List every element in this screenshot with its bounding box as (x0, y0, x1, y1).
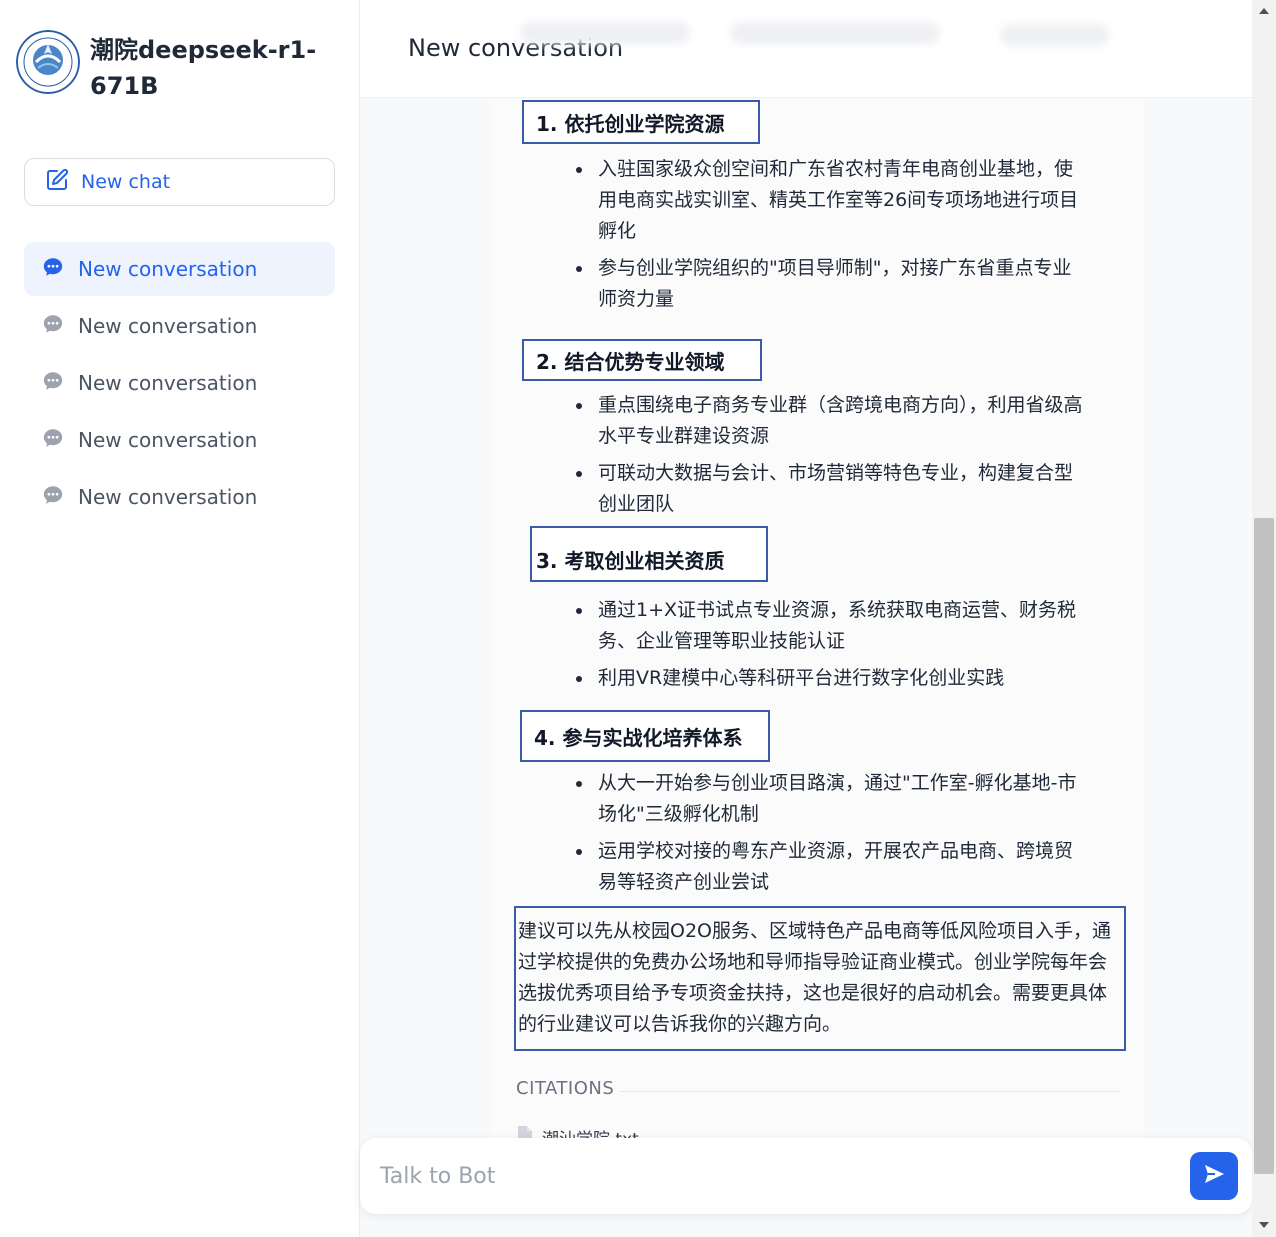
blurred-header-region (730, 22, 940, 44)
new-chat-label: New chat (81, 171, 171, 193)
section-heading-4: 4. 参与实战化培养体系 (520, 710, 770, 762)
chat-bubble-icon (42, 427, 64, 453)
message-input[interactable] (380, 1156, 1170, 1196)
bullet-list-4: 从大一开始参与创业项目路演，通过"工作室-孵化基地-市场化"三级孵化机制 运用学… (570, 768, 1090, 904)
summary-paragraph: 建议可以先从校园O2O服务、区域特色产品电商等低风险项目入手，通过学校提供的免费… (514, 906, 1126, 1051)
blurred-header-region (1000, 24, 1110, 46)
bullet-list-1: 入驻国家级众创空间和广东省农村青年电商创业基地，使用电商实战实训室、精英工作室等… (570, 154, 1090, 321)
message-composer (360, 1138, 1252, 1214)
list-item: 通过1+X证书试点专业资源，系统获取电商运营、财务税务、企业管理等职业技能认证 (570, 595, 1090, 657)
bot-message: 1. 依托创业学院资源 入驻国家级众创空间和广东省农村青年电商创业基地，使用电商… (490, 98, 1144, 1150)
section-heading-3: 3. 考取创业相关资质 (530, 526, 768, 582)
conversation-label: New conversation (78, 371, 258, 395)
conversation-label: New conversation (78, 257, 258, 281)
scrollbar-thumb[interactable] (1254, 518, 1274, 1174)
bullet-list-3: 通过1+X证书试点专业资源，系统获取电商运营、财务税务、企业管理等职业技能认证 … (570, 595, 1090, 700)
list-item: 参与创业学院组织的"项目导师制"，对接广东省重点专业师资力量 (570, 253, 1090, 315)
conversation-label: New conversation (78, 428, 258, 452)
header: New conversation (360, 0, 1252, 98)
chat-bubble-icon (42, 256, 64, 282)
chat-bubble-icon (42, 313, 64, 339)
list-item: 利用VR建模中心等科研平台进行数字化创业实践 (570, 663, 1090, 694)
bullet-list-2: 重点围绕电子商务专业群（含跨境电商方向），利用省级高水平专业群建设资源 可联动大… (570, 390, 1090, 526)
brand: 潮院deepseek-r1-671B (16, 26, 346, 106)
sidebar: 潮院deepseek-r1-671B New chat New conversa… (0, 0, 360, 1237)
chat-bubble-icon (42, 370, 64, 396)
conversation-item-1[interactable]: New conversation (24, 242, 335, 296)
blurred-header-region (520, 22, 690, 44)
send-icon (1202, 1162, 1226, 1190)
conversation-item-5[interactable]: New conversation (24, 470, 335, 524)
page-scrollbar[interactable] (1252, 0, 1276, 1237)
list-item: 可联动大数据与会计、市场营销等特色专业，构建复合型创业团队 (570, 458, 1090, 520)
conversation-label: New conversation (78, 485, 258, 509)
college-logo (16, 30, 80, 94)
list-item: 重点围绕电子商务专业群（含跨境电商方向），利用省级高水平专业群建设资源 (570, 390, 1090, 452)
citations-label: CITATIONS (516, 1078, 615, 1099)
conversation-item-4[interactable]: New conversation (24, 413, 335, 467)
new-chat-button[interactable]: New chat (24, 158, 335, 206)
list-item: 运用学校对接的粤东产业资源，开展农产品电商、跨境贸易等轻资产创业尝试 (570, 836, 1090, 898)
scroll-up-arrow-icon[interactable] (1259, 8, 1269, 14)
list-item: 入驻国家级众创空间和广东省农村青年电商创业基地，使用电商实战实训室、精英工作室等… (570, 154, 1090, 247)
app-title: 潮院deepseek-r1-671B (90, 36, 317, 100)
section-heading-1: 1. 依托创业学院资源 (522, 100, 760, 144)
citations-divider (620, 1091, 1120, 1092)
chat-bubble-icon (42, 484, 64, 510)
list-item: 从大一开始参与创业项目路演，通过"工作室-孵化基地-市场化"三级孵化机制 (570, 768, 1090, 830)
conversation-item-2[interactable]: New conversation (24, 299, 335, 353)
send-button[interactable] (1190, 1152, 1238, 1200)
edit-icon (45, 168, 69, 196)
conversation-label: New conversation (78, 314, 258, 338)
main-panel: New conversation 1. 依托创业学院资源 入驻国家级众创空间和广… (360, 0, 1252, 1237)
section-heading-2: 2. 结合优势专业领域 (522, 339, 762, 381)
conversation-item-3[interactable]: New conversation (24, 356, 335, 410)
conversation-list: New conversation New conversation New co… (24, 242, 335, 527)
scroll-down-arrow-icon[interactable] (1259, 1222, 1269, 1228)
